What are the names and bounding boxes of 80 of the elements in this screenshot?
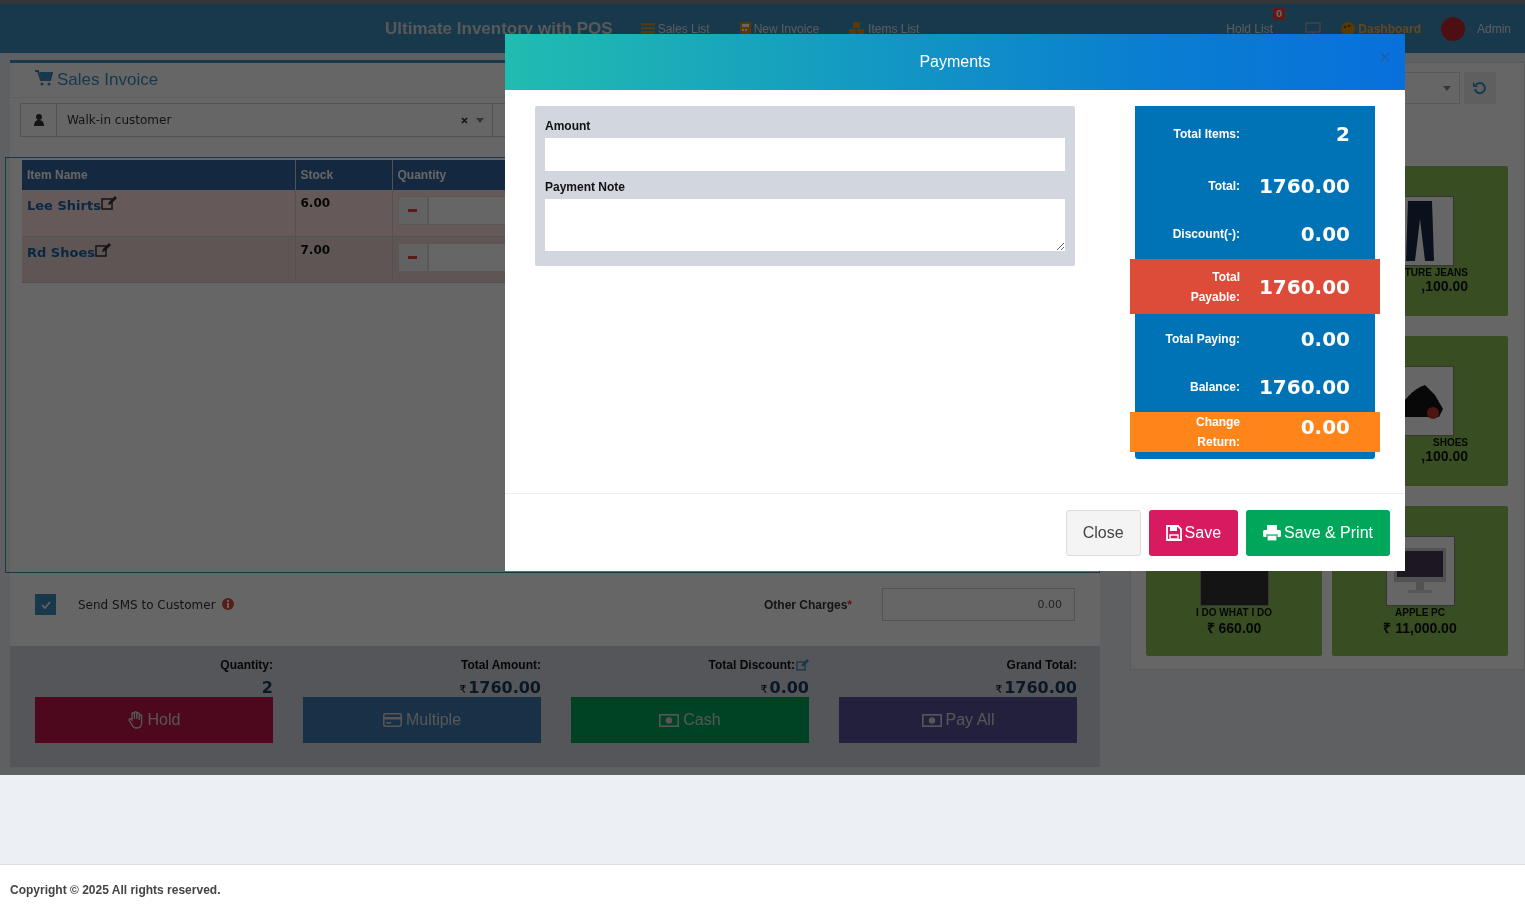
cash-button[interactable]: Cash — [571, 697, 809, 743]
checkbox[interactable] — [35, 594, 56, 615]
column-header: Item Name — [22, 160, 295, 190]
refresh-icon — [1473, 81, 1487, 95]
calculator-icon — [739, 22, 751, 35]
edit-icon — [100, 196, 117, 210]
list-icon — [640, 23, 655, 34]
total-label: Total Paying: — [1164, 331, 1240, 348]
currency-symbol: ₹ — [760, 683, 768, 696]
field-label: Other Charges* — [763, 597, 852, 612]
minus-button[interactable] — [397, 242, 428, 272]
minus-button[interactable] — [397, 196, 428, 225]
total-label: Total Payable: — [1189, 268, 1240, 306]
product-price: ,100.00 — [1421, 448, 1468, 464]
other-charges-field[interactable]: 0.00 — [882, 588, 1075, 621]
field-label: Amount — [545, 119, 592, 133]
hold-button[interactable]: Hold — [35, 697, 273, 743]
currency-symbol: ₹ — [995, 683, 1003, 696]
panel-title: Sales Invoice — [57, 70, 159, 90]
nav-link[interactable]: Hold List — [1226, 21, 1274, 36]
nav-link[interactable]: New Invoice — [739, 21, 820, 36]
summary-value: 1760.00 — [1004, 678, 1077, 697]
caret-icon — [1443, 85, 1451, 91]
close-icon[interactable] — [1380, 52, 1390, 62]
minus-icon — [408, 209, 417, 212]
avatar — [1441, 16, 1465, 41]
column-header: Stock — [295, 160, 392, 190]
table-cell: 6.00 — [295, 190, 392, 236]
clear-icon[interactable] — [461, 116, 468, 124]
item-link[interactable]: Rd Shoes — [27, 244, 95, 260]
check-icon — [40, 600, 51, 609]
total-value: 2 — [1336, 121, 1350, 146]
caret-icon — [476, 117, 484, 123]
copyright-text: Copyright © 2025 All rights reserved. — [10, 882, 221, 897]
edit-icon — [94, 242, 111, 257]
total-label: Change Return: — [1195, 414, 1240, 451]
user-menu[interactable]: Admin — [1477, 21, 1511, 36]
summary-label: Total Discount: — [708, 658, 795, 672]
save-and-print-button[interactable]: Save & Print — [1246, 509, 1390, 556]
item-link[interactable]: Lee Shirts — [27, 198, 101, 213]
product-name: TURE JEANS — [1404, 267, 1468, 278]
currency-symbol: ₹ — [459, 683, 467, 696]
summary-label: Grand Total: — [1006, 658, 1077, 672]
count-badge: 0 — [1273, 7, 1286, 20]
table-cell: 7.00 — [295, 236, 392, 282]
nav-link[interactable]: Dashboard — [1341, 21, 1421, 36]
summary-label: Quantity: — [220, 658, 273, 672]
amount-field[interactable] — [545, 138, 1065, 171]
nav-link[interactable]: Sales List — [640, 21, 710, 36]
product-price: ₹ 11,000.00 — [1383, 619, 1457, 637]
total-label: Discount(-): — [1171, 226, 1240, 243]
payment-note-field[interactable] — [545, 199, 1065, 251]
total-label: Total: — [1207, 178, 1240, 195]
product-price: ₹ 660.00 — [1206, 619, 1262, 637]
customer-select[interactable]: Walk-in customer — [20, 103, 493, 137]
printer-icon — [1263, 524, 1282, 541]
edit-icon — [796, 659, 809, 671]
summary-value: 0.00 — [769, 678, 809, 697]
product-name: SHOES — [1433, 437, 1468, 448]
minus-icon — [408, 255, 417, 259]
hand-icon — [127, 711, 144, 729]
summary-value: 2 — [261, 678, 273, 697]
product-price: ,100.00 — [1421, 278, 1468, 294]
credit-card-icon — [382, 713, 402, 727]
summary-label: Total Amount: — [461, 658, 541, 672]
close-button[interactable]: Close — [1065, 509, 1141, 556]
total-label: Balance: — [1188, 379, 1240, 396]
monitor-icon — [1305, 22, 1322, 35]
money-icon — [921, 713, 942, 727]
refresh-button[interactable] — [1464, 72, 1496, 104]
palette-icon — [1341, 21, 1356, 36]
checkbox-label: Send SMS to Customer — [78, 597, 216, 612]
money-icon — [659, 713, 680, 727]
dialog-title: Payments — [919, 53, 991, 71]
save-button[interactable]: Save — [1148, 509, 1239, 556]
total-label: Total Items: — [1172, 125, 1240, 143]
product-name: APPLE PC — [1395, 607, 1445, 618]
product-name: I DO WHAT I DO — [1196, 607, 1272, 618]
app-title: Ultimate Inventory with POS — [385, 18, 613, 39]
summary-value: 1760.00 — [468, 678, 541, 697]
